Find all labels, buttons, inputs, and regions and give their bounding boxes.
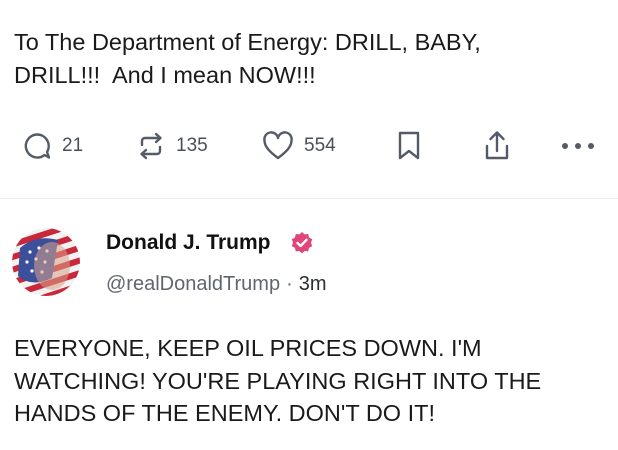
repost-count: 135 [176,135,208,156]
avatar[interactable] [12,228,80,296]
post-timestamp[interactable]: 3m [299,273,327,296]
share-button[interactable] [482,126,512,166]
more-options-button[interactable] [560,126,596,166]
share-icon [482,129,512,163]
like-count: 554 [304,135,336,156]
display-name[interactable]: Donald J. Trump [106,231,271,255]
like-button[interactable]: 554 [262,126,336,166]
reply-count: 21 [62,135,84,156]
like-icon [262,131,294,161]
bookmark-icon [396,130,422,162]
post-text: EVERYONE, KEEP OIL PRICES DOWN. I'M WATC… [14,335,542,426]
repost-button[interactable]: 135 [136,126,208,166]
post-action-bar: 21 135 554 [0,126,618,166]
post-text: To The Department of Energy: DRILL, BABY… [14,29,481,88]
reply-icon [22,131,52,161]
bookmark-button[interactable] [396,126,422,166]
repost-icon [136,131,166,161]
post-meta: @realDonaldTrump · 3m [106,273,327,296]
more-icon [560,141,596,151]
reply-button[interactable]: 21 [22,126,83,166]
post-divider [0,198,618,199]
user-handle[interactable]: @realDonaldTrump [106,273,280,296]
meta-separator: · [286,273,293,295]
verified-badge-icon [290,231,314,255]
